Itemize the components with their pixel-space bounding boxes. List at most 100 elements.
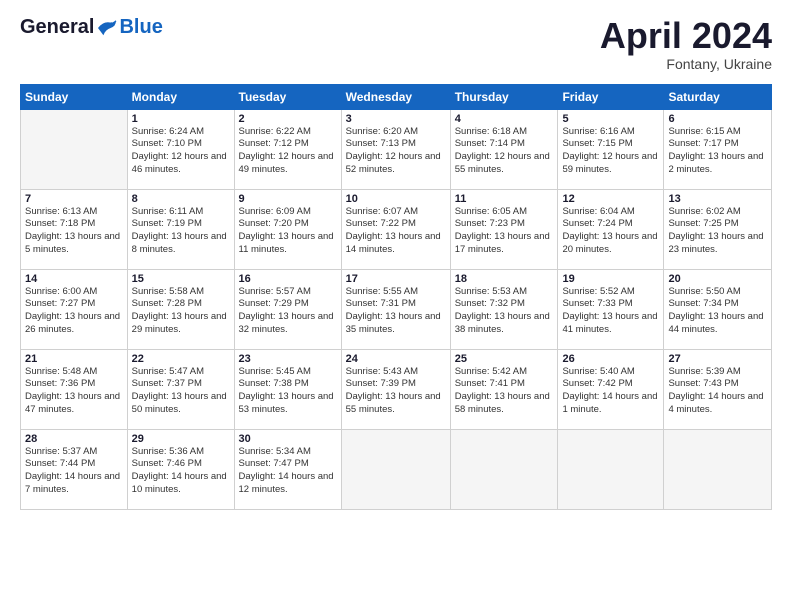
calendar-cell-5: 5Sunrise: 6:16 AMSunset: 7:15 PMDaylight… <box>558 109 664 189</box>
day-number: 5 <box>562 113 659 125</box>
calendar-cell-13: 13Sunrise: 6:02 AMSunset: 7:25 PMDayligh… <box>664 189 772 269</box>
day-info: Sunrise: 6:16 AMSunset: 7:15 PMDaylight:… <box>562 126 659 177</box>
calendar-cell-7: 7Sunrise: 6:13 AMSunset: 7:18 PMDaylight… <box>21 189 128 269</box>
calendar-cell-empty <box>450 429 558 509</box>
calendar-week-row-1: 1Sunrise: 6:24 AMSunset: 7:10 PMDaylight… <box>21 109 772 189</box>
day-number: 3 <box>346 113 446 125</box>
day-info: Sunrise: 5:52 AMSunset: 7:33 PMDaylight:… <box>562 286 659 337</box>
day-number: 13 <box>668 193 767 205</box>
day-info: Sunrise: 6:05 AMSunset: 7:23 PMDaylight:… <box>455 206 554 257</box>
day-number: 29 <box>132 433 230 445</box>
calendar-cell-29: 29Sunrise: 5:36 AMSunset: 7:46 PMDayligh… <box>127 429 234 509</box>
calendar-cell-3: 3Sunrise: 6:20 AMSunset: 7:13 PMDaylight… <box>341 109 450 189</box>
calendar-cell-empty <box>664 429 772 509</box>
day-number: 26 <box>562 353 659 365</box>
calendar-cell-24: 24Sunrise: 5:43 AMSunset: 7:39 PMDayligh… <box>341 349 450 429</box>
calendar-cell-4: 4Sunrise: 6:18 AMSunset: 7:14 PMDaylight… <box>450 109 558 189</box>
day-info: Sunrise: 5:40 AMSunset: 7:42 PMDaylight:… <box>562 366 659 417</box>
day-info: Sunrise: 6:07 AMSunset: 7:22 PMDaylight:… <box>346 206 446 257</box>
month-title: April 2024 <box>600 16 772 56</box>
day-info: Sunrise: 6:04 AMSunset: 7:24 PMDaylight:… <box>562 206 659 257</box>
day-info: Sunrise: 6:18 AMSunset: 7:14 PMDaylight:… <box>455 126 554 177</box>
calendar-cell-empty <box>341 429 450 509</box>
day-info: Sunrise: 5:36 AMSunset: 7:46 PMDaylight:… <box>132 446 230 497</box>
calendar-cell-26: 26Sunrise: 5:40 AMSunset: 7:42 PMDayligh… <box>558 349 664 429</box>
day-number: 23 <box>239 353 337 365</box>
calendar-cell-25: 25Sunrise: 5:42 AMSunset: 7:41 PMDayligh… <box>450 349 558 429</box>
day-number: 20 <box>668 273 767 285</box>
day-number: 18 <box>455 273 554 285</box>
day-info: Sunrise: 5:55 AMSunset: 7:31 PMDaylight:… <box>346 286 446 337</box>
calendar-week-row-5: 28Sunrise: 5:37 AMSunset: 7:44 PMDayligh… <box>21 429 772 509</box>
calendar-cell-21: 21Sunrise: 5:48 AMSunset: 7:36 PMDayligh… <box>21 349 128 429</box>
logo-text: General Blue <box>20 16 163 39</box>
calendar-cell-27: 27Sunrise: 5:39 AMSunset: 7:43 PMDayligh… <box>664 349 772 429</box>
day-info: Sunrise: 5:42 AMSunset: 7:41 PMDaylight:… <box>455 366 554 417</box>
day-info: Sunrise: 5:43 AMSunset: 7:39 PMDaylight:… <box>346 366 446 417</box>
day-info: Sunrise: 5:53 AMSunset: 7:32 PMDaylight:… <box>455 286 554 337</box>
day-number: 11 <box>455 193 554 205</box>
page-container: General Blue April 2024 Fontany, Ukraine… <box>0 0 792 520</box>
weekday-header-row: SundayMondayTuesdayWednesdayThursdayFrid… <box>21 84 772 109</box>
calendar-cell-9: 9Sunrise: 6:09 AMSunset: 7:20 PMDaylight… <box>234 189 341 269</box>
day-number: 22 <box>132 353 230 365</box>
day-info: Sunrise: 6:24 AMSunset: 7:10 PMDaylight:… <box>132 126 230 177</box>
weekday-header-friday: Friday <box>558 84 664 109</box>
day-info: Sunrise: 5:37 AMSunset: 7:44 PMDaylight:… <box>25 446 123 497</box>
day-info: Sunrise: 6:13 AMSunset: 7:18 PMDaylight:… <box>25 206 123 257</box>
calendar-cell-empty <box>21 109 128 189</box>
calendar-cell-17: 17Sunrise: 5:55 AMSunset: 7:31 PMDayligh… <box>341 269 450 349</box>
day-info: Sunrise: 6:00 AMSunset: 7:27 PMDaylight:… <box>25 286 123 337</box>
day-info: Sunrise: 5:34 AMSunset: 7:47 PMDaylight:… <box>239 446 337 497</box>
day-number: 17 <box>346 273 446 285</box>
day-number: 19 <box>562 273 659 285</box>
logo-blue: Blue <box>119 16 162 39</box>
calendar-cell-19: 19Sunrise: 5:52 AMSunset: 7:33 PMDayligh… <box>558 269 664 349</box>
weekday-header-tuesday: Tuesday <box>234 84 341 109</box>
day-info: Sunrise: 6:09 AMSunset: 7:20 PMDaylight:… <box>239 206 337 257</box>
calendar-table: SundayMondayTuesdayWednesdayThursdayFrid… <box>20 84 772 510</box>
calendar-cell-12: 12Sunrise: 6:04 AMSunset: 7:24 PMDayligh… <box>558 189 664 269</box>
calendar-cell-11: 11Sunrise: 6:05 AMSunset: 7:23 PMDayligh… <box>450 189 558 269</box>
day-number: 25 <box>455 353 554 365</box>
day-number: 14 <box>25 273 123 285</box>
calendar-cell-1: 1Sunrise: 6:24 AMSunset: 7:10 PMDaylight… <box>127 109 234 189</box>
day-info: Sunrise: 6:20 AMSunset: 7:13 PMDaylight:… <box>346 126 446 177</box>
calendar-week-row-4: 21Sunrise: 5:48 AMSunset: 7:36 PMDayligh… <box>21 349 772 429</box>
calendar-cell-empty <box>558 429 664 509</box>
day-number: 10 <box>346 193 446 205</box>
day-number: 28 <box>25 433 123 445</box>
day-info: Sunrise: 5:50 AMSunset: 7:34 PMDaylight:… <box>668 286 767 337</box>
day-info: Sunrise: 5:47 AMSunset: 7:37 PMDaylight:… <box>132 366 230 417</box>
day-number: 16 <box>239 273 337 285</box>
day-number: 4 <box>455 113 554 125</box>
calendar-cell-22: 22Sunrise: 5:47 AMSunset: 7:37 PMDayligh… <box>127 349 234 429</box>
calendar-cell-28: 28Sunrise: 5:37 AMSunset: 7:44 PMDayligh… <box>21 429 128 509</box>
location-subtitle: Fontany, Ukraine <box>600 56 772 72</box>
calendar-cell-23: 23Sunrise: 5:45 AMSunset: 7:38 PMDayligh… <box>234 349 341 429</box>
weekday-header-saturday: Saturday <box>664 84 772 109</box>
day-number: 7 <box>25 193 123 205</box>
calendar-cell-15: 15Sunrise: 5:58 AMSunset: 7:28 PMDayligh… <box>127 269 234 349</box>
day-info: Sunrise: 6:22 AMSunset: 7:12 PMDaylight:… <box>239 126 337 177</box>
day-number: 15 <box>132 273 230 285</box>
calendar-cell-10: 10Sunrise: 6:07 AMSunset: 7:22 PMDayligh… <box>341 189 450 269</box>
weekday-header-wednesday: Wednesday <box>341 84 450 109</box>
logo-general: General <box>20 16 94 39</box>
title-block: April 2024 Fontany, Ukraine <box>600 16 772 72</box>
logo: General Blue <box>20 16 163 39</box>
calendar-cell-16: 16Sunrise: 5:57 AMSunset: 7:29 PMDayligh… <box>234 269 341 349</box>
weekday-header-sunday: Sunday <box>21 84 128 109</box>
day-number: 30 <box>239 433 337 445</box>
calendar-cell-30: 30Sunrise: 5:34 AMSunset: 7:47 PMDayligh… <box>234 429 341 509</box>
calendar-cell-2: 2Sunrise: 6:22 AMSunset: 7:12 PMDaylight… <box>234 109 341 189</box>
calendar-cell-14: 14Sunrise: 6:00 AMSunset: 7:27 PMDayligh… <box>21 269 128 349</box>
calendar-cell-8: 8Sunrise: 6:11 AMSunset: 7:19 PMDaylight… <box>127 189 234 269</box>
day-number: 21 <box>25 353 123 365</box>
day-info: Sunrise: 5:58 AMSunset: 7:28 PMDaylight:… <box>132 286 230 337</box>
day-info: Sunrise: 5:57 AMSunset: 7:29 PMDaylight:… <box>239 286 337 337</box>
day-number: 12 <box>562 193 659 205</box>
day-info: Sunrise: 5:48 AMSunset: 7:36 PMDaylight:… <box>25 366 123 417</box>
calendar-week-row-2: 7Sunrise: 6:13 AMSunset: 7:18 PMDaylight… <box>21 189 772 269</box>
day-info: Sunrise: 6:15 AMSunset: 7:17 PMDaylight:… <box>668 126 767 177</box>
